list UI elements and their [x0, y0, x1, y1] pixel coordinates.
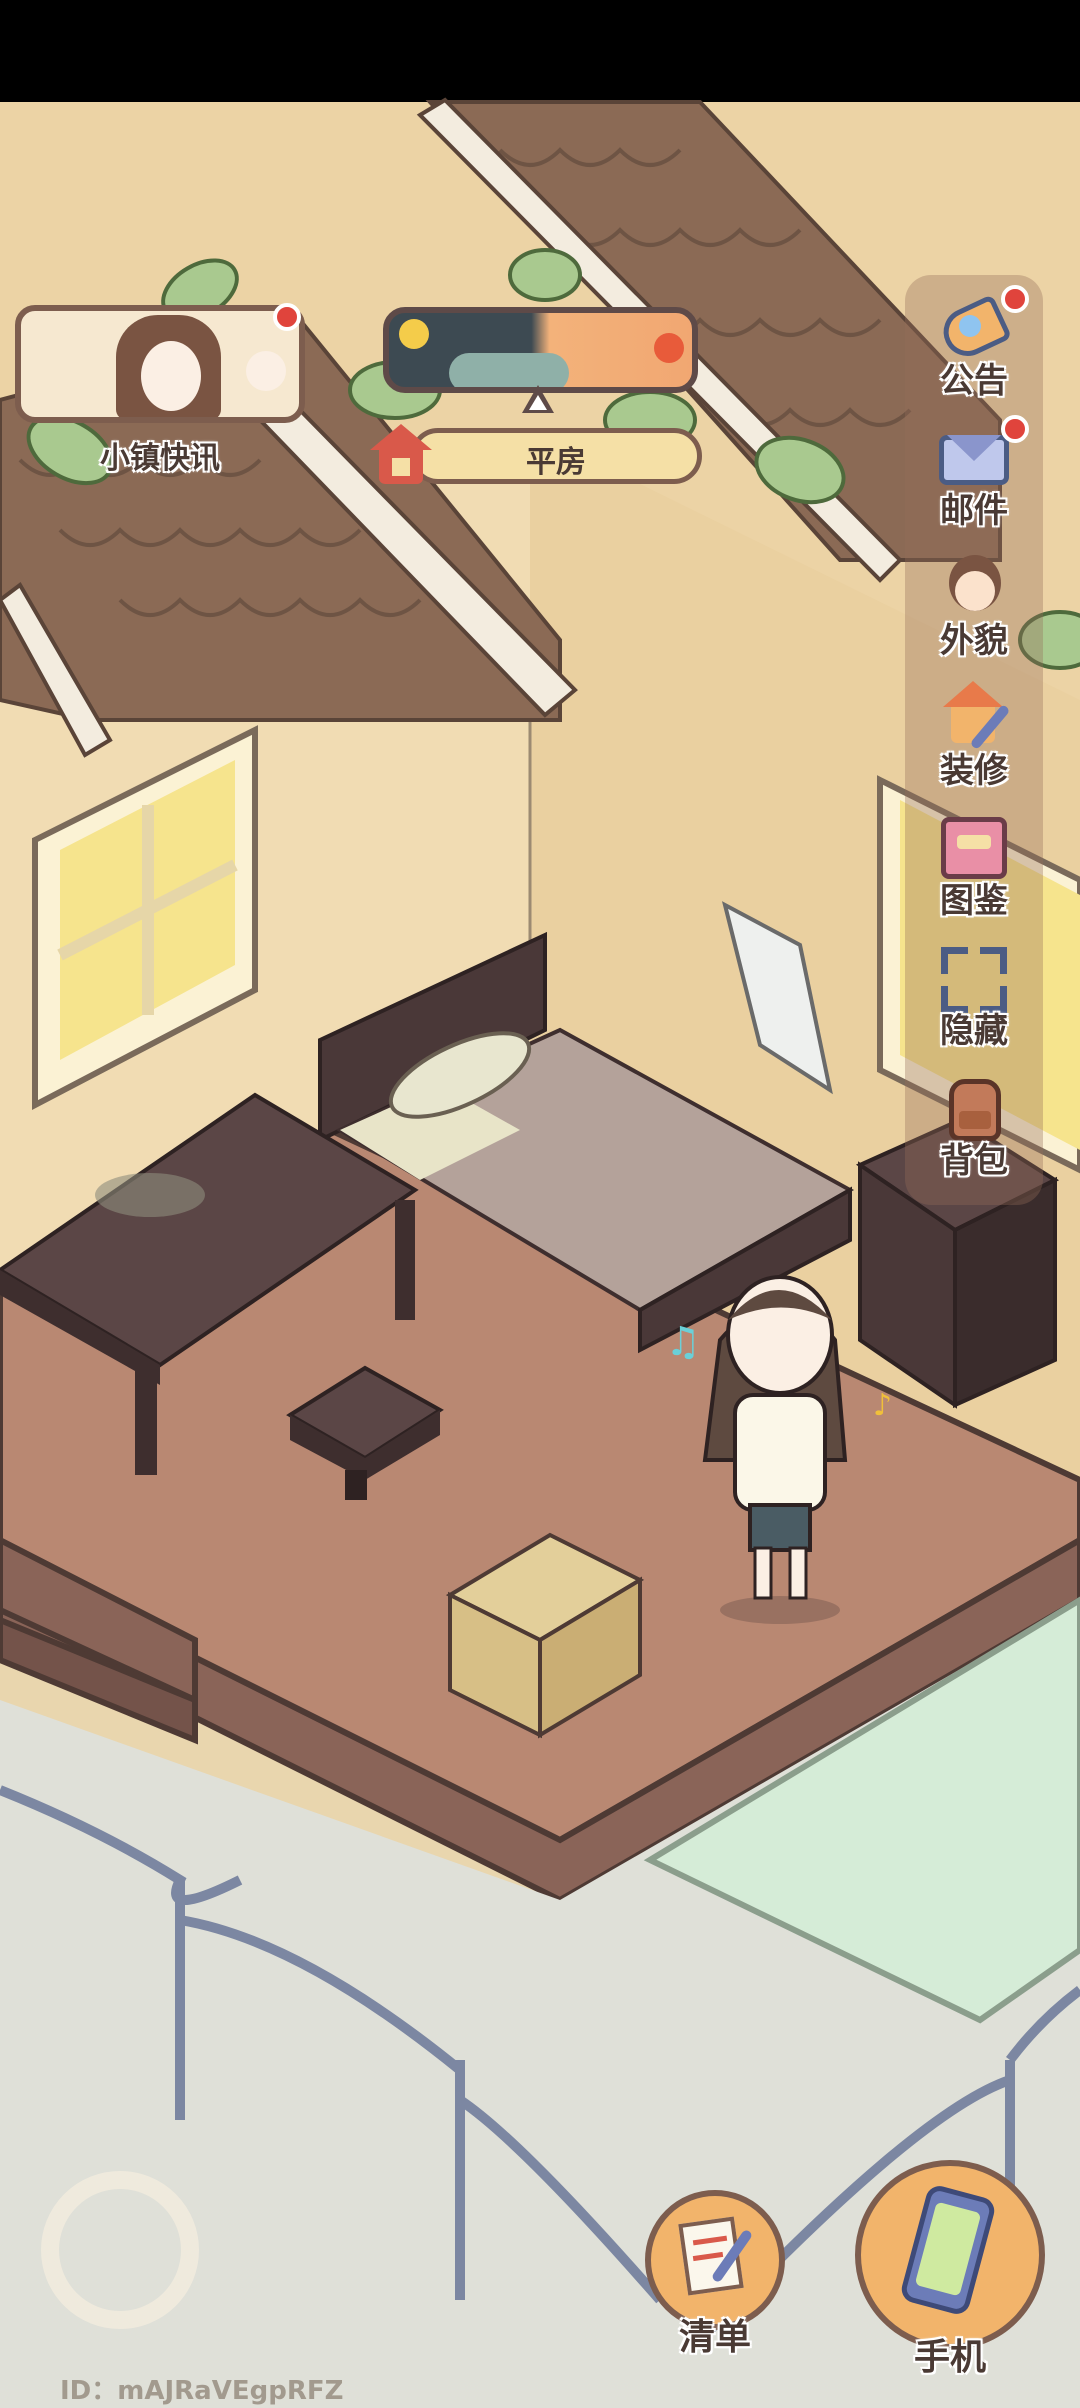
sidebar-item-label: 装修	[940, 751, 1008, 791]
sidebar-item-collection[interactable]: 图鉴	[905, 805, 1043, 933]
sidebar-item-hide[interactable]: 隐藏	[905, 935, 1043, 1063]
news-card-button[interactable]: 小镇快讯	[15, 303, 305, 476]
checklist-label: 清单	[678, 2317, 751, 2358]
sidebar-item-label: 公告	[940, 361, 1008, 401]
sidebar-item-announcement[interactable]: 公告	[905, 285, 1043, 413]
news-card-label: 小镇快讯	[100, 441, 220, 476]
sun-icon	[654, 333, 684, 363]
day-night-bar	[383, 307, 698, 393]
paw-icon	[246, 351, 286, 391]
sidebar-item-backpack[interactable]: 背包	[905, 1065, 1043, 1193]
moon-icon	[399, 319, 429, 349]
location-pill[interactable]: 平房	[370, 424, 702, 484]
location-label: 平房	[526, 445, 586, 480]
player-id: ID：mAJRaVEgpRFZ	[60, 2376, 344, 2406]
phone-icon	[855, 2160, 1045, 2350]
mail-notification-dot	[1001, 415, 1029, 443]
phone-button[interactable]: 手机	[850, 2160, 1050, 2378]
time-indicator-arrow-inner	[529, 395, 547, 410]
sidebar-item-label: 邮件	[940, 491, 1008, 531]
svg-text:♪: ♪	[873, 1388, 892, 1423]
sidebar-item-decorate[interactable]: 装修	[905, 675, 1043, 803]
checklist-button[interactable]: 清单	[640, 2190, 790, 2360]
news-notification-dot	[273, 303, 301, 331]
announcement-notification-dot	[1001, 285, 1029, 313]
news-card-thumbnail	[15, 305, 305, 423]
sidebar-item-label: 图鉴	[940, 881, 1008, 921]
sidebar-item-label: 背包	[940, 1141, 1008, 1181]
status-bar	[0, 0, 1080, 102]
sidebar-item-mail[interactable]: 邮件	[905, 415, 1043, 543]
sidebar-item-appearance[interactable]: 外貌	[905, 545, 1043, 673]
svg-text:♫: ♫	[665, 1319, 701, 1365]
sidebar-item-label: 外貌	[940, 621, 1008, 661]
phone-label: 手机	[913, 2337, 986, 2378]
sidebar-item-label: 隐藏	[940, 1011, 1008, 1051]
